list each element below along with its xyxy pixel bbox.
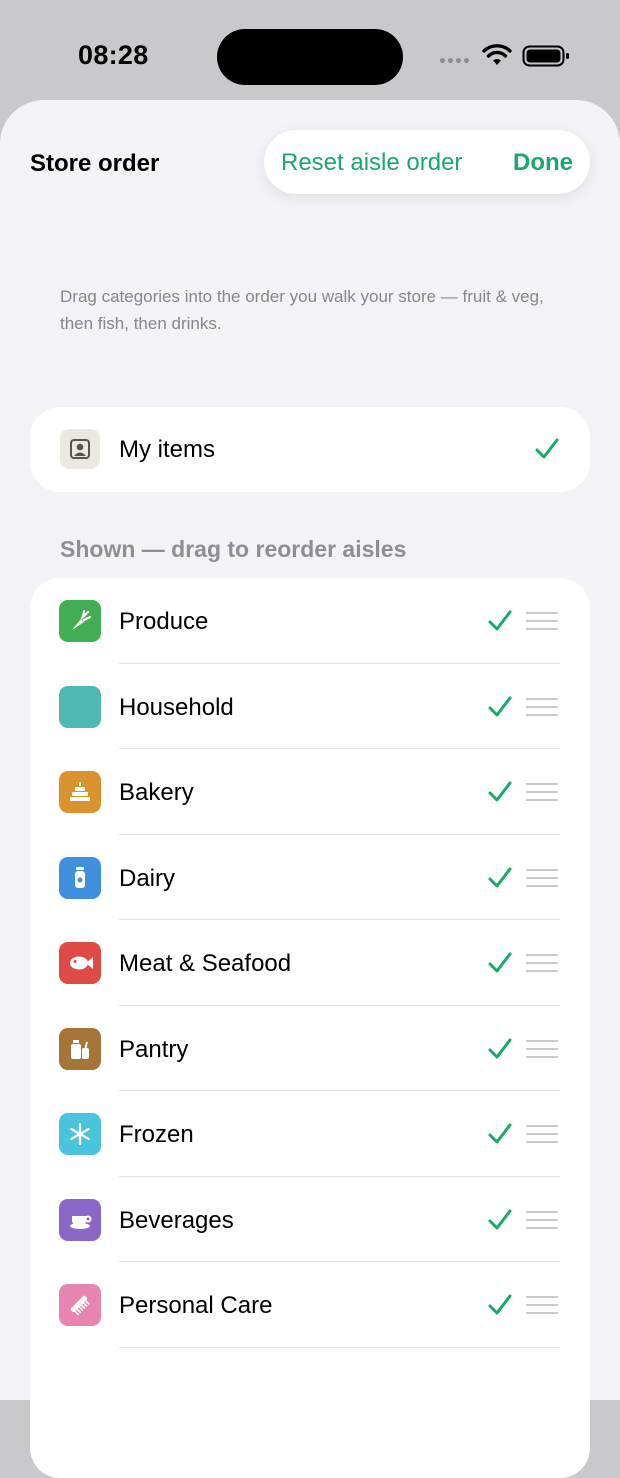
instructions-text: Drag categories into the order you walk …	[60, 287, 544, 333]
wifi-icon	[482, 44, 512, 65]
category-row[interactable]: Pantry	[30, 1006, 590, 1091]
status-bar: 08:28	[0, 0, 620, 110]
category-list: Produce Household Bakery Dairy Meat & Seafoo…	[30, 578, 590, 1478]
category-label: Produce	[119, 608, 209, 635]
dynamic-island	[217, 29, 403, 85]
category-label: Personal Care	[119, 1292, 273, 1319]
carrot-icon	[59, 600, 101, 642]
milk-bottle-icon	[59, 856, 101, 899]
cup-icon	[59, 1198, 101, 1241]
drag-handle-icon[interactable]	[526, 868, 558, 893]
checkmark-icon[interactable]	[486, 1206, 514, 1239]
drag-handle-icon[interactable]	[526, 1210, 558, 1235]
shown-section-header: Shown — drag to reorder aisles	[60, 536, 407, 562]
my-items-label: My items	[119, 436, 215, 463]
checkmark-icon[interactable]	[486, 1035, 514, 1068]
category-row[interactable]: Dairy	[30, 835, 590, 920]
category-row[interactable]: Personal Care	[30, 1262, 590, 1348]
drag-handle-icon[interactable]	[526, 611, 558, 636]
drag-handle-icon[interactable]	[526, 1124, 558, 1149]
checkmark-icon[interactable]	[486, 949, 514, 982]
cake-icon	[59, 771, 101, 813]
person-card-icon	[60, 429, 100, 469]
checkmark-icon[interactable]	[486, 693, 514, 726]
checkmark-icon[interactable]	[486, 778, 514, 811]
category-row[interactable]: Produce	[30, 578, 590, 664]
category-label: Meat & Seafood	[119, 950, 292, 977]
category-row[interactable]: Frozen	[30, 1091, 590, 1177]
category-label: Bakery	[119, 779, 194, 806]
drag-handle-icon[interactable]	[526, 1039, 558, 1064]
store-order-sheet: Store order Reset aisle order Done Drag …	[0, 100, 620, 1478]
category-row[interactable]: Beverages	[30, 1177, 590, 1262]
fish-icon	[59, 942, 101, 984]
checkmark-icon[interactable]	[486, 864, 514, 897]
reset-aisle-order-button[interactable]: Reset aisle order	[281, 149, 462, 177]
checkmark-icon[interactable]	[486, 1120, 514, 1153]
snowflake-icon	[59, 1113, 101, 1155]
category-label: Beverages	[119, 1206, 234, 1234]
my-items-row[interactable]: My items	[30, 407, 590, 492]
sheet-actions: Reset aisle order Done	[264, 130, 590, 194]
checkmark-icon[interactable]	[486, 1291, 514, 1324]
category-row[interactable]: Household	[30, 664, 590, 749]
row-divider	[119, 1346, 560, 1348]
category-label: Pantry	[119, 1035, 189, 1063]
category-label: Dairy	[119, 864, 176, 892]
category-row[interactable]: Bakery	[30, 749, 590, 835]
category-label: Frozen	[119, 1121, 194, 1148]
drag-handle-icon[interactable]	[526, 782, 558, 807]
drag-handle-icon[interactable]	[526, 1295, 558, 1320]
checkmark-icon	[535, 438, 559, 459]
status-time: 08:28	[78, 40, 149, 70]
household-icon	[59, 685, 101, 728]
category-label: Household	[119, 693, 234, 721]
done-button[interactable]: Done	[513, 149, 573, 177]
battery-icon	[522, 45, 569, 67]
comb-icon	[59, 1284, 101, 1326]
drag-handle-icon[interactable]	[526, 953, 558, 978]
sheet-title: Store order	[30, 150, 160, 177]
pantry-icon	[59, 1027, 101, 1070]
checkmark-icon[interactable]	[486, 607, 514, 640]
cellular-signal-icon	[440, 58, 469, 63]
category-row[interactable]: Meat & Seafood	[30, 920, 590, 1006]
drag-handle-icon[interactable]	[526, 697, 558, 722]
